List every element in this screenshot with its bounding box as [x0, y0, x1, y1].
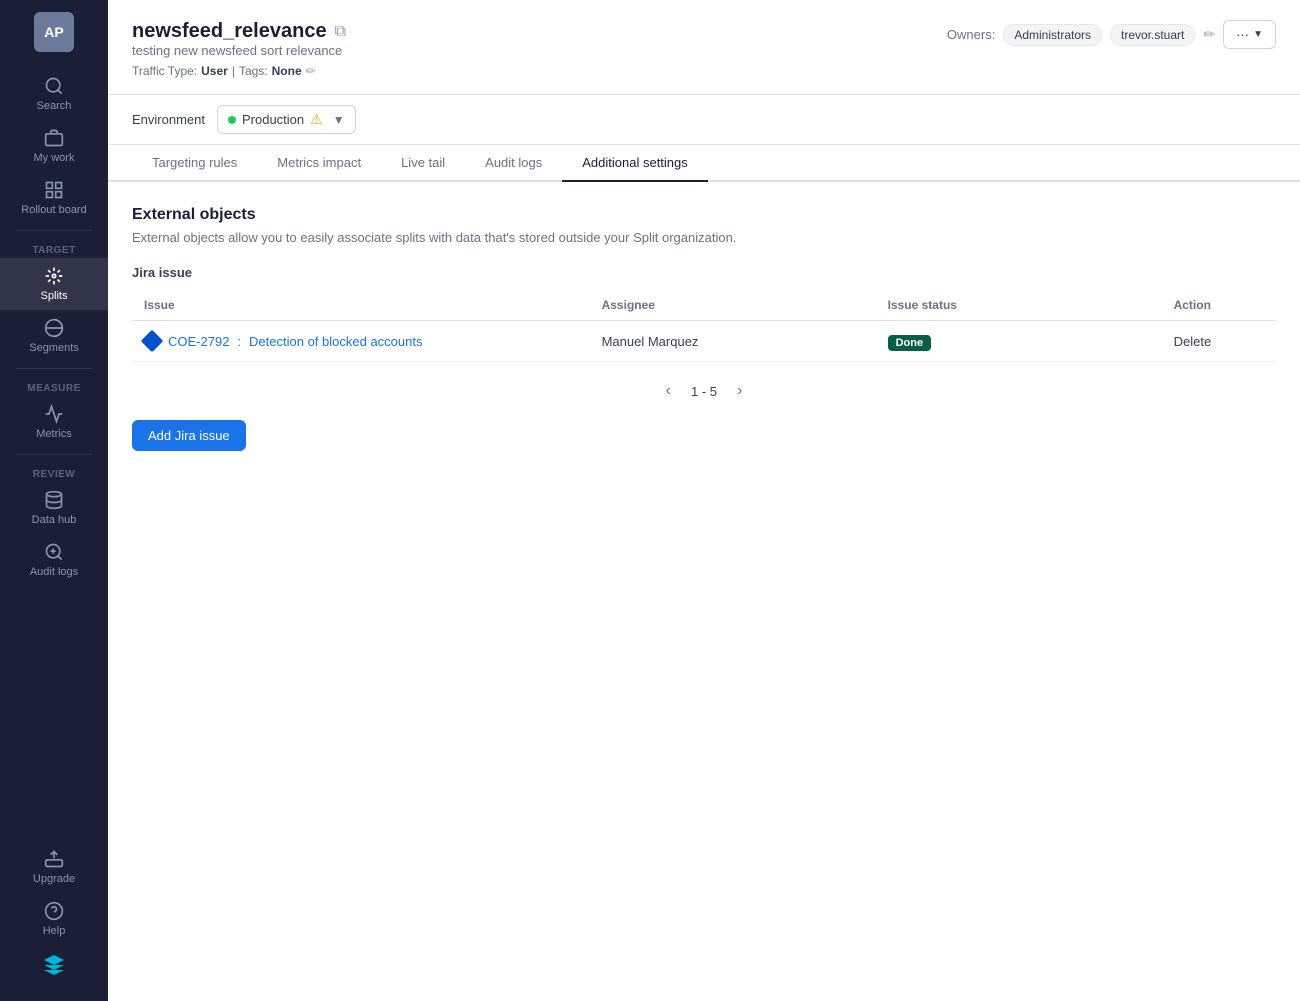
tags-label: Tags:	[239, 64, 268, 78]
chevron-down-icon: ▼	[1253, 29, 1263, 40]
subtitle: testing new newsfeed sort relevance	[132, 43, 346, 58]
page-info: 1 - 5	[691, 384, 717, 399]
tab-additional-settings[interactable]: Additional settings	[562, 145, 708, 182]
env-chevron-icon: ▼	[333, 113, 345, 127]
sidebar-item-brand	[0, 945, 108, 989]
next-page-button[interactable]: ›	[729, 378, 750, 404]
tab-live-tail[interactable]: Live tail	[381, 145, 465, 182]
edit-owners-icon[interactable]: ✏	[1203, 26, 1215, 43]
tags-value: None	[272, 64, 302, 78]
traffic-type-value: User	[201, 64, 228, 78]
target-section-label: TARGET	[28, 237, 79, 258]
sidebar-divider-2	[16, 368, 92, 369]
segments-icon	[44, 318, 64, 338]
status-cell: Done	[876, 321, 1162, 362]
main-content: newsfeed_relevance ⧉ testing new newsfee…	[108, 0, 1300, 1001]
sidebar-item-my-work[interactable]: My work	[0, 120, 108, 172]
header-actions: Owners: Administrators trevor.stuart ✏ ·…	[947, 20, 1276, 49]
table-row: COE-2792: Detection of blocked accounts …	[132, 321, 1276, 362]
copy-icon[interactable]: ⧉	[335, 23, 346, 41]
audit-logs-icon	[44, 542, 64, 562]
review-section-label: REVIEW	[29, 461, 79, 482]
sidebar: AP Search My work Rollout board TARGET S…	[0, 0, 108, 1001]
sidebar-item-data-hub[interactable]: Data hub	[0, 482, 108, 534]
issue-cell: COE-2792: Detection of blocked accounts	[132, 321, 590, 362]
data-hub-icon	[44, 490, 64, 510]
tabs-bar: Targeting rules Metrics impact Live tail…	[108, 145, 1300, 182]
traffic-type-label: Traffic Type:	[132, 64, 197, 78]
sidebar-item-segments[interactable]: Segments	[0, 310, 108, 362]
metrics-icon	[44, 404, 64, 424]
issue-key: COE-2792	[168, 334, 229, 349]
brand-icon	[42, 953, 66, 977]
sidebar-bottom: Upgrade Help	[0, 841, 108, 989]
jira-diamond-icon	[141, 330, 164, 353]
env-selected-value: Production	[242, 112, 304, 127]
tab-metrics-impact[interactable]: Metrics impact	[257, 145, 381, 182]
sidebar-item-upgrade[interactable]: Upgrade	[0, 841, 108, 893]
prev-page-button[interactable]: ‹	[658, 378, 679, 404]
sidebar-item-splits[interactable]: Splits	[0, 258, 108, 310]
sidebar-item-help[interactable]: Help	[0, 893, 108, 945]
title-row: newsfeed_relevance ⧉	[132, 20, 346, 43]
sidebar-item-metrics[interactable]: Metrics	[0, 396, 108, 448]
rollout-board-icon	[44, 180, 64, 200]
jira-table: Issue Assignee Issue status Action COE-2…	[132, 290, 1276, 362]
tab-audit-logs[interactable]: Audit logs	[465, 145, 562, 182]
env-warning-icon: ⚠	[310, 111, 323, 128]
splits-icon	[44, 266, 64, 286]
col-header-assignee: Assignee	[590, 290, 876, 321]
owner-badge-trevor[interactable]: trevor.stuart	[1110, 24, 1195, 46]
measure-section-label: MEASURE	[23, 375, 85, 396]
col-header-issue: Issue	[132, 290, 590, 321]
delete-button[interactable]: Delete	[1174, 334, 1212, 349]
env-status-dot	[228, 116, 236, 124]
sidebar-item-audit-logs[interactable]: Audit logs	[0, 534, 108, 586]
pagination: ‹ 1 - 5 ›	[132, 362, 1276, 420]
issue-title: Detection of blocked accounts	[249, 334, 422, 349]
environment-label: Environment	[132, 112, 205, 127]
header-meta: Traffic Type: User | Tags: None ✏	[132, 64, 346, 78]
content-area: External objects External objects allow …	[108, 182, 1300, 1001]
section-title: External objects	[132, 206, 1276, 224]
add-jira-issue-button[interactable]: Add Jira issue	[132, 420, 246, 451]
action-cell: Delete	[1162, 321, 1276, 362]
header-left: newsfeed_relevance ⧉ testing new newsfee…	[132, 20, 346, 90]
environment-select[interactable]: Production ⚠ ▼	[217, 105, 356, 134]
col-header-status: Issue status	[876, 290, 1162, 321]
status-badge: Done	[888, 335, 932, 351]
more-button[interactable]: ··· ▼	[1223, 20, 1276, 49]
header-top: newsfeed_relevance ⧉ testing new newsfee…	[132, 20, 1276, 90]
avatar[interactable]: AP	[34, 12, 74, 52]
environment-row: Environment Production ⚠ ▼	[108, 95, 1300, 145]
upgrade-icon	[44, 849, 64, 869]
help-icon	[44, 901, 64, 921]
assignee-cell: Manuel Marquez	[590, 321, 876, 362]
section-description: External objects allow you to easily ass…	[132, 230, 1276, 245]
tab-targeting-rules[interactable]: Targeting rules	[132, 145, 257, 182]
page-header: newsfeed_relevance ⧉ testing new newsfee…	[108, 0, 1300, 95]
sidebar-divider-1	[16, 230, 92, 231]
col-header-action: Action	[1162, 290, 1276, 321]
issue-link[interactable]: COE-2792: Detection of blocked accounts	[144, 333, 578, 349]
owners-label: Owners:	[947, 27, 995, 42]
page-title: newsfeed_relevance	[132, 20, 327, 43]
my-work-icon	[44, 128, 64, 148]
sidebar-divider-3	[16, 454, 92, 455]
edit-tags-icon[interactable]: ✏	[306, 64, 316, 78]
owner-badge-administrators[interactable]: Administrators	[1003, 24, 1102, 46]
jira-section-label: Jira issue	[132, 265, 1276, 280]
sidebar-item-rollout-board[interactable]: Rollout board	[0, 172, 108, 224]
search-icon	[44, 76, 64, 96]
sidebar-item-search[interactable]: Search	[0, 68, 108, 120]
